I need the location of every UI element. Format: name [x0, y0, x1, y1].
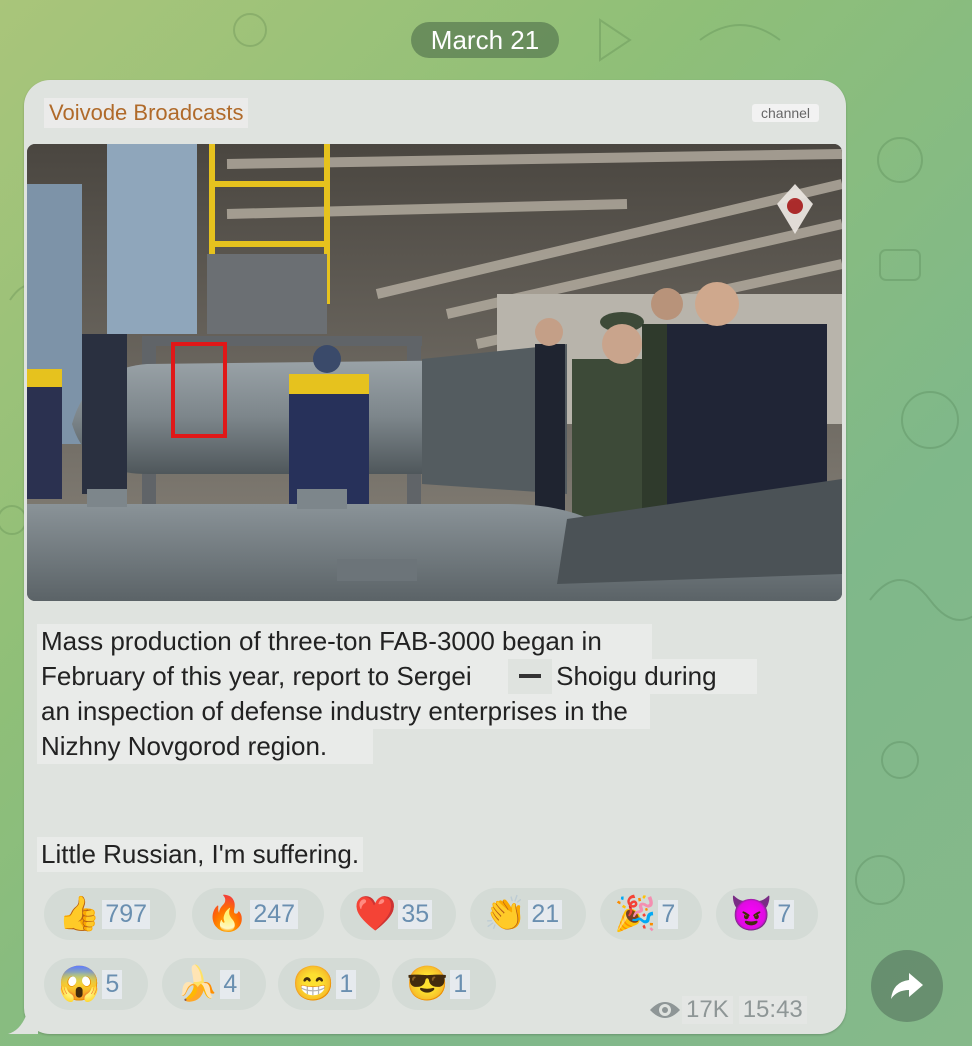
message-line-1: Mass production of three-ton FAB-3000 be… — [37, 624, 652, 659]
channel-badge: channel — [752, 104, 820, 122]
message-line-3: Shoigu during — [552, 659, 757, 694]
reaction-clapping[interactable]: 👏 21 — [470, 888, 586, 940]
message-time: 15:43 — [738, 996, 807, 1024]
message-footer: Little Russian, I'm suffering. — [37, 837, 364, 872]
share-arrow-icon — [891, 973, 923, 999]
reaction-count: 797 — [102, 899, 151, 929]
party-popper-icon: 🎉 — [614, 895, 657, 933]
bubble-tail — [8, 1010, 38, 1034]
reaction-count: 21 — [528, 899, 563, 929]
smiling-devil-icon: 😈 — [730, 895, 773, 933]
date-separator: March 21 — [411, 22, 559, 58]
fire-icon: 🔥 — [206, 895, 249, 933]
reaction-smiling-devil[interactable]: 😈 7 — [716, 888, 818, 940]
banana-icon: 🍌 — [176, 965, 219, 1003]
reaction-count: 35 — [398, 899, 433, 929]
reaction-grinning-face[interactable]: 😁 1 — [278, 958, 380, 1010]
message-line-5: Nizhny Novgorod region. — [37, 729, 374, 764]
view-count: 17K — [682, 996, 733, 1024]
reaction-count: 1 — [336, 969, 357, 999]
emoji-placeholder-icon — [518, 674, 541, 679]
grinning-face-icon: 😁 — [292, 965, 335, 1003]
post-photo[interactable] — [27, 144, 842, 601]
sunglasses-face-icon: 😎 — [406, 965, 449, 1003]
reaction-count: 5 — [102, 969, 123, 999]
channel-name[interactable]: Voivode Broadcasts — [44, 98, 249, 128]
eye-icon — [650, 1002, 680, 1018]
message-line-2: February of this year, report to Sergei — [37, 659, 508, 694]
date-label: March 21 — [430, 24, 540, 55]
reaction-party-popper[interactable]: 🎉 7 — [600, 888, 702, 940]
reaction-fire[interactable]: 🔥 247 — [192, 888, 324, 940]
reaction-count: 7 — [658, 899, 679, 929]
factory-scene-image — [27, 144, 842, 601]
reaction-count: 247 — [250, 899, 299, 929]
reaction-sunglasses-face[interactable]: 😎 1 — [392, 958, 496, 1010]
reaction-count: 1 — [450, 969, 471, 999]
message-line-4: an inspection of defense industry enterp… — [37, 694, 650, 729]
message-text: Mass production of three-ton FAB-3000 be… — [37, 624, 817, 764]
message-footer-text: Little Russian, I'm suffering. — [37, 837, 364, 872]
reaction-count: 4 — [220, 969, 241, 999]
heart-icon: ❤️ — [354, 895, 397, 933]
thumbs-up-icon: 👍 — [58, 895, 101, 933]
share-button[interactable] — [871, 950, 943, 1022]
reaction-banana[interactable]: 🍌 4 — [162, 958, 266, 1010]
screaming-face-icon: 😱 — [58, 965, 101, 1003]
clapping-hands-icon: 👏 — [484, 895, 527, 933]
message-meta: 17K 15:43 — [648, 996, 807, 1024]
reaction-thumbs-up[interactable]: 👍 797 — [44, 888, 176, 940]
reaction-count: 7 — [774, 899, 795, 929]
reaction-heart[interactable]: ❤️ 35 — [340, 888, 456, 940]
reaction-screaming-face[interactable]: 😱 5 — [44, 958, 148, 1010]
